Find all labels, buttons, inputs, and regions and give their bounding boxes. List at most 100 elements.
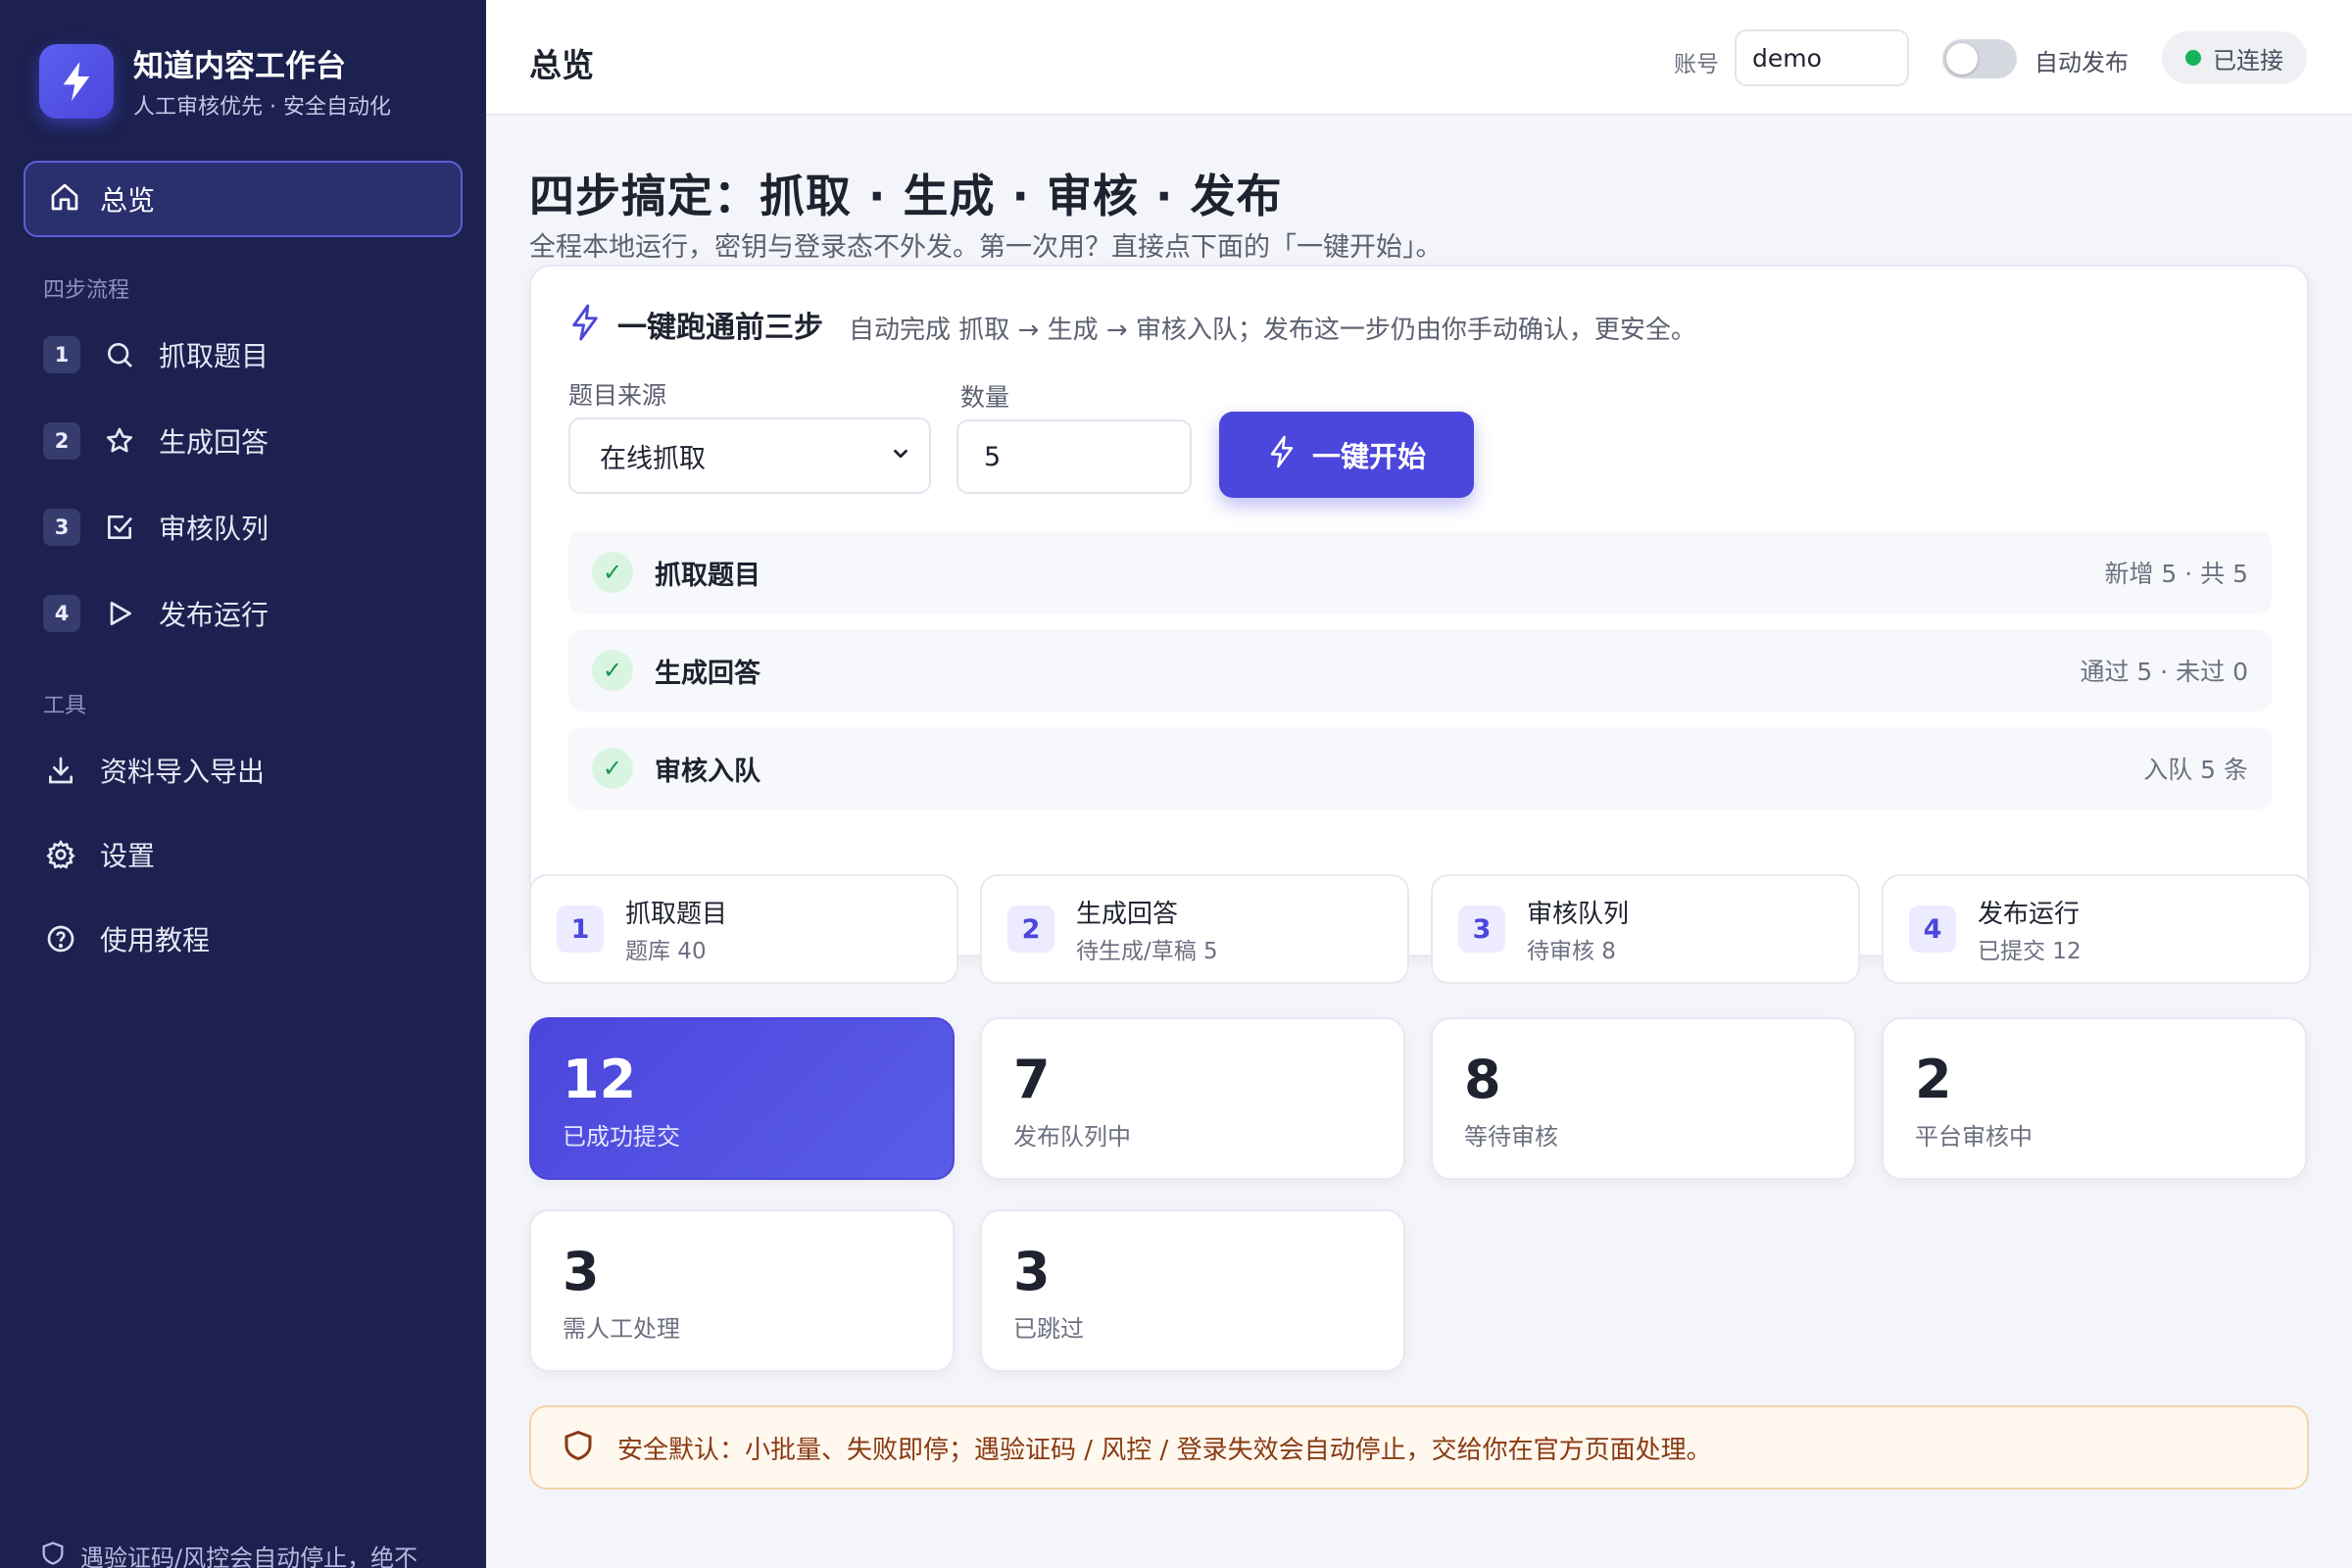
result-stat: 通过 5 · 未过 0 [2080,658,2248,686]
source-select-value: 在线抓取 [600,443,706,474]
connection-status-text: 已连接 [2213,46,2283,74]
sidebar-item-label: 设置 [100,840,156,872]
step-card-fetch[interactable]: 1 抓取题目 题库 40 [529,874,958,984]
stat-card-awaiting-review[interactable]: 8 等待审核 [1431,1017,1856,1180]
sidebar-item-label: 总览 [100,184,156,217]
help-icon [43,921,78,956]
stat-value: 7 [1013,1049,1051,1110]
stat-label: 已成功提交 [563,1123,680,1151]
result-stat: 新增 5 · 共 5 [2104,560,2248,588]
stat-value: 3 [1013,1241,1051,1302]
step-number: 3 [1458,906,1505,953]
sidebar-item-publish[interactable]: 4 发布运行 [43,584,455,643]
checkbox-icon [102,510,137,545]
start-button-label: 一键开始 [1311,440,1426,473]
stat-card-submitted[interactable]: 12 已成功提交 [529,1017,955,1180]
lightning-logo-icon [39,43,114,119]
step-number: 1 [557,906,604,953]
shield-icon [39,1540,67,1568]
sidebar: 知道内容工作台 人工审核优先 · 安全自动化 总览 四步流程 1 抓取题目 2 … [0,0,486,1568]
download-icon [43,753,78,788]
brand-title: 知道内容工作台 [133,49,346,84]
status-dot-icon [2185,50,2201,66]
result-name: 生成回答 [655,658,760,689]
step-card-title: 抓取题目 [625,899,728,929]
result-name: 审核入队 [655,756,760,787]
step-number: 4 [43,595,80,632]
check-icon: ✓ [592,552,633,593]
result-row-fetch: ✓ 抓取题目 新增 5 · 共 5 [568,531,2272,613]
hero-title: 四步搞定：抓取 · 生成 · 审核 · 发布 [529,170,1283,222]
count-label: 数量 [960,383,1010,412]
stat-card-platform-review[interactable]: 2 平台审核中 [1882,1017,2307,1180]
sidebar-item-label: 资料导入导出 [100,756,266,788]
stat-value: 12 [563,1049,637,1110]
auto-publish-toggle[interactable] [1942,39,2017,78]
home-icon [49,181,80,217]
result-name: 抓取题目 [655,560,760,591]
step-number: 3 [43,509,80,546]
safety-text: 安全默认：小批量、失败即停；遇验证码 / 风控 / 登录失效会自动停止，交给你在… [617,1435,1712,1465]
brand: 知道内容工作台 人工审核优先 · 安全自动化 [39,41,391,121]
source-label: 题目来源 [568,381,667,410]
sidebar-item-label: 使用教程 [100,924,211,956]
brand-subtitle: 人工审核优先 · 安全自动化 [133,95,391,120]
quick-start-title: 一键跑通前三步 [617,310,823,345]
result-row-generate: ✓ 生成回答 通过 5 · 未过 0 [568,629,2272,711]
step-card-sub: 题库 40 [625,938,707,964]
toggle-knob [1946,43,1978,74]
stat-label: 需人工处理 [563,1315,680,1343]
sidebar-item-fetch[interactable]: 1 抓取题目 [43,325,455,384]
stat-label: 平台审核中 [1915,1123,2033,1151]
stat-label: 发布队列中 [1013,1123,1131,1151]
step-card-title: 发布运行 [1978,899,2081,929]
count-input[interactable] [956,419,1192,494]
sidebar-item-label: 审核队列 [159,513,270,545]
step-number: 2 [43,422,80,460]
step-card-sub: 待审核 8 [1527,938,1616,964]
account-input[interactable] [1735,29,1909,86]
step-card-title: 生成回答 [1076,899,1179,929]
sidebar-item-settings[interactable]: 设置 [43,825,455,884]
step-card-generate[interactable]: 2 生成回答 待生成/草稿 5 [980,874,1409,984]
one-click-start-button[interactable]: 一键开始 [1219,412,1474,498]
main-content: 四步搞定：抓取 · 生成 · 审核 · 发布 全程本地运行，密钥与登录态不外发。… [486,116,2352,1568]
safety-notice: 安全默认：小批量、失败即停；遇验证码 / 风控 / 登录失效会自动停止，交给你在… [529,1405,2309,1490]
stat-value: 3 [563,1241,600,1302]
topbar: 总览 账号 自动发布 已连接 [486,0,2352,116]
step-card-review[interactable]: 3 审核队列 待审核 8 [1431,874,1860,984]
page-title: 总览 [529,46,594,84]
quick-start-desc: 自动完成 抓取 → 生成 → 审核入队；发布这一步仍由你手动确认，更安全。 [849,316,1696,345]
lightning-icon [568,303,602,346]
connection-status-badge: 已连接 [2162,31,2307,84]
step-card-sub: 已提交 12 [1978,938,2082,964]
gear-icon [43,837,78,872]
sidebar-item-label: 发布运行 [159,599,270,631]
sidebar-item-overview[interactable]: 总览 [24,161,463,237]
sidebar-footer-text: 遇验证码/风控会自动停止，绝不 [80,1544,418,1568]
check-icon: ✓ [592,748,633,789]
section-tools-label: 工具 [43,694,87,718]
sidebar-item-generate[interactable]: 2 生成回答 [43,412,455,470]
step-card-title: 审核队列 [1527,899,1630,929]
sidebar-item-label: 生成回答 [159,426,270,459]
result-stat: 入队 5 条 [2143,756,2248,784]
step-number: 1 [43,336,80,373]
search-icon [102,337,137,372]
step-card-publish[interactable]: 4 发布运行 已提交 12 [1882,874,2311,984]
account-label: 账号 [1674,52,1719,77]
sidebar-item-tutorial[interactable]: 使用教程 [43,909,455,968]
result-row-review: ✓ 审核入队 入队 5 条 [568,727,2272,809]
sidebar-item-review[interactable]: 3 审核队列 [43,498,455,557]
stat-value: 8 [1464,1049,1501,1110]
stat-card-publish-queue[interactable]: 7 发布队列中 [980,1017,1405,1180]
step-number: 4 [1909,906,1956,953]
source-select[interactable]: 在线抓取 [568,417,931,494]
sidebar-item-import-export[interactable]: 资料导入导出 [43,741,455,800]
check-icon: ✓ [592,650,633,691]
chevron-down-icon [890,441,911,471]
auto-publish-label: 自动发布 [2034,49,2129,76]
stat-card-manual[interactable]: 3 需人工处理 [529,1209,955,1372]
quick-start-card: 一键跑通前三步 自动完成 抓取 → 生成 → 审核入队；发布这一步仍由你手动确认… [529,265,2309,956]
stat-card-skipped[interactable]: 3 已跳过 [980,1209,1405,1372]
